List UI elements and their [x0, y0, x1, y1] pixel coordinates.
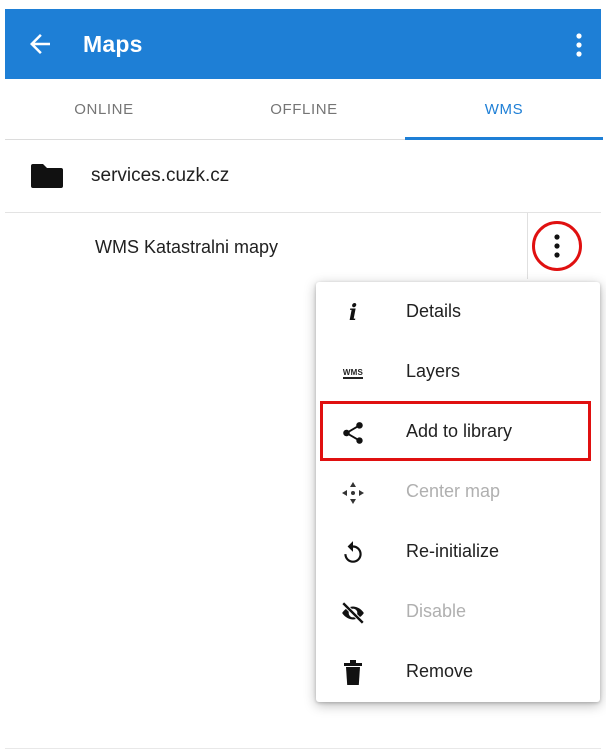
divider — [5, 748, 601, 749]
eye-off-icon — [340, 600, 366, 626]
menu-item-label: Layers — [406, 361, 461, 381]
menu-item-label: Remove — [406, 661, 474, 681]
menu-item-disable[interactable]: Disable — [316, 582, 600, 642]
share-icon — [340, 420, 366, 446]
trash-icon — [340, 660, 366, 686]
menu-item-layers[interactable]: WMS Layers — [316, 342, 600, 402]
tab-offline[interactable]: OFFLINE — [205, 79, 403, 139]
refresh-icon — [340, 540, 366, 566]
menu-item-label: Re-initialize — [406, 541, 500, 561]
menu-item-center-map[interactable]: Center map — [316, 462, 600, 522]
more-vert-icon — [554, 234, 560, 258]
menu-item-re-initialize[interactable]: Re-initialize — [316, 522, 600, 582]
arrow-left-icon — [30, 34, 50, 54]
more-vert-icon — [576, 33, 582, 57]
divider — [527, 213, 528, 279]
back-button[interactable] — [25, 29, 55, 59]
menu-item-label: Disable — [406, 601, 467, 621]
tab-bar: ONLINE OFFLINE WMS — [5, 79, 603, 140]
folder-row[interactable]: services.cuzk.cz — [5, 140, 601, 213]
wms-icon: WMS — [342, 367, 364, 379]
context-menu: i Details WMS Layers Add to library Cent — [316, 282, 600, 702]
overflow-menu-button[interactable] — [569, 31, 589, 59]
menu-item-label: Add to library — [406, 421, 513, 441]
menu-item-details[interactable]: i Details — [316, 282, 600, 342]
folder-label: services.cuzk.cz — [91, 165, 230, 186]
menu-item-add-to-library[interactable]: Add to library — [316, 402, 600, 462]
list-item[interactable]: WMS Katastralni mapy — [5, 213, 601, 279]
app-bar: Maps — [5, 9, 601, 79]
center-map-icon — [340, 480, 366, 506]
tab-online[interactable]: ONLINE — [5, 79, 203, 139]
page-title: Maps — [83, 31, 143, 57]
wms-item-label: WMS Katastralni mapy — [95, 237, 279, 257]
folder-icon — [31, 164, 63, 188]
menu-item-label: Details — [406, 301, 462, 321]
menu-item-remove[interactable]: Remove — [316, 642, 600, 702]
info-icon: i — [348, 300, 358, 326]
tab-wms[interactable]: WMS — [405, 79, 603, 140]
item-menu-button[interactable] — [532, 221, 582, 271]
menu-item-label: Center map — [406, 481, 501, 501]
